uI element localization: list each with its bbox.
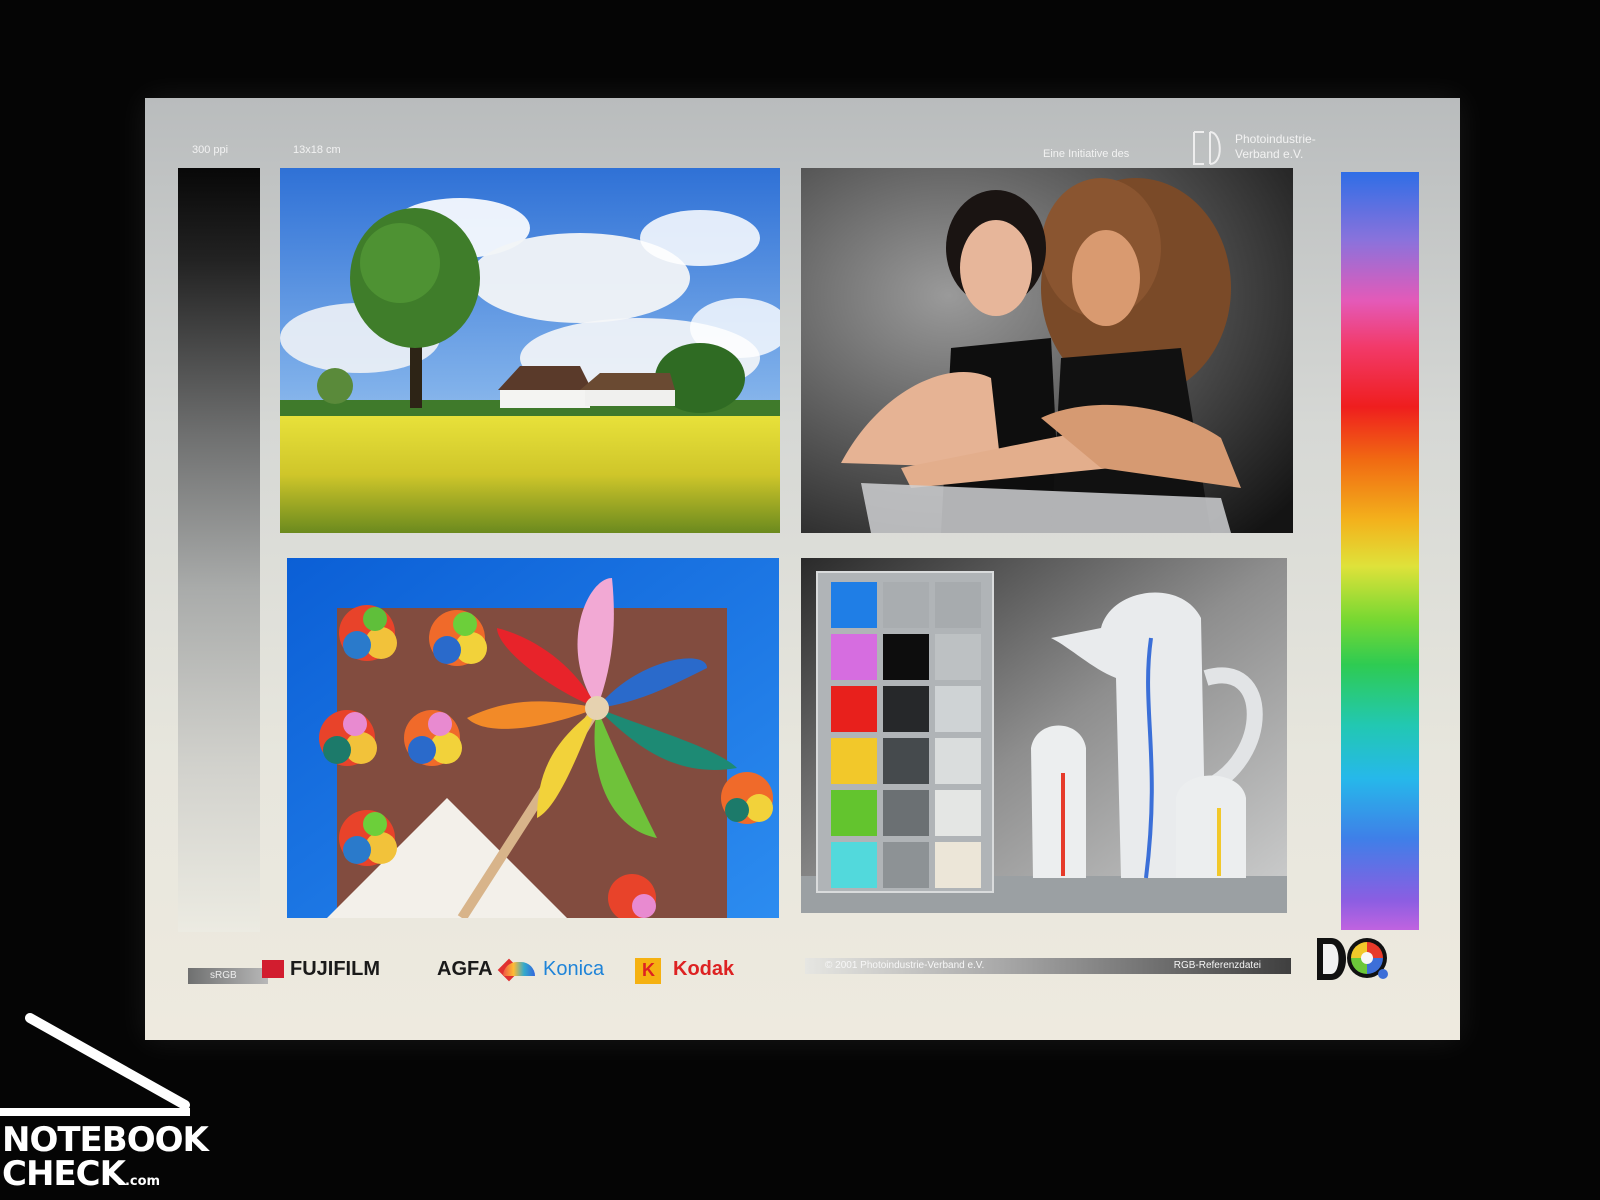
fujifilm-mark-icon: [262, 960, 284, 978]
fujifilm-text: FUJIFILM: [290, 958, 380, 980]
org-line-1: Photoindustrie-: [1235, 132, 1316, 146]
print-size-label: 13x18 cm: [293, 144, 341, 156]
kodak-logo: Kodak: [635, 958, 735, 984]
gray-wedge: [178, 168, 260, 932]
kodak-text: Kodak: [673, 958, 735, 980]
resolution-label: 300 ppi: [192, 144, 229, 156]
watermark-line-2: CHECK.com: [2, 1154, 160, 1194]
spectrum-bar: [1341, 172, 1419, 930]
color-space-label: sRGB: [188, 968, 268, 984]
watermark-check: CHECK: [2, 1154, 126, 1194]
photoindustrie-logo-icon: [1193, 131, 1221, 165]
konica-text: Konica: [543, 958, 605, 980]
konica-logo: Konica: [503, 958, 605, 981]
copyright-bar: © 2001 Photoindustrie-Verband e.V. RGB-R…: [805, 958, 1291, 974]
color-chart-photo: [801, 558, 1287, 913]
portrait-photo: [801, 168, 1293, 533]
fujifilm-logo: FUJIFILM: [262, 958, 380, 981]
test-chart-screen: 300 ppi 13x18 cm Eine Initiative des Pho…: [145, 98, 1460, 1040]
org-name: Photoindustrie- Verband e.V.: [1235, 132, 1345, 162]
konica-rainbow-icon: [503, 962, 535, 976]
file-label: RGB-Referenzdatei: [1173, 960, 1261, 971]
agfa-text: AGFA: [437, 958, 493, 980]
landscape-photo: [280, 168, 780, 533]
copyright-text: © 2001 Photoindustrie-Verband e.V.: [825, 960, 985, 971]
initiative-label: Eine Initiative des: [1043, 148, 1130, 160]
dq-color-logo-icon: [1317, 938, 1388, 980]
watermark-suffix: .com: [124, 1174, 161, 1189]
agfa-logo: AGFA: [437, 958, 521, 982]
kodak-k-icon: [635, 958, 661, 984]
org-line-2: Verband e.V.: [1235, 147, 1304, 161]
pinwheel-photo: [287, 558, 779, 918]
